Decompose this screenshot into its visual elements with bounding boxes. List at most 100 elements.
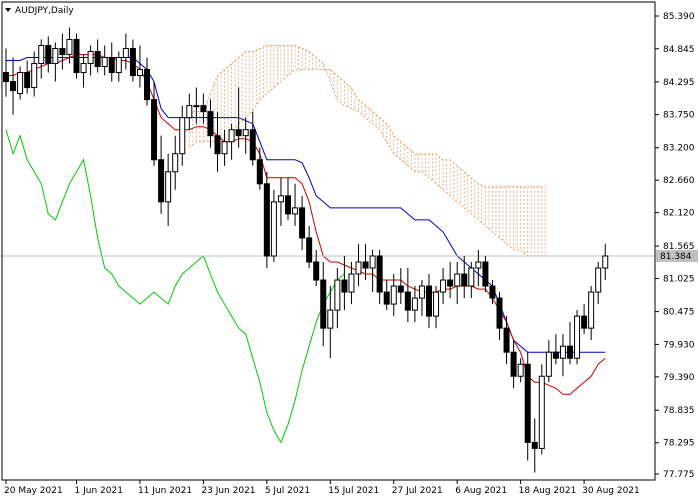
candle-body: [10, 81, 17, 92]
time-tick-label: 15 Jul 2021: [328, 486, 379, 496]
candle: [228, 123, 235, 160]
candle-body: [447, 279, 454, 287]
candle-body: [602, 255, 609, 269]
indicator-lines: [5, 54, 606, 444]
current-price-tag: 81.384: [656, 249, 698, 262]
candle: [115, 51, 122, 82]
candle: [440, 268, 447, 305]
time-tick-label: 6 Aug 2021: [455, 486, 507, 496]
candle: [158, 135, 165, 214]
candle-body: [158, 159, 165, 203]
candle: [447, 261, 454, 299]
candle-body: [320, 279, 327, 329]
candle-body: [263, 183, 270, 257]
time-tick-label: 23 Jun 2021: [201, 486, 255, 496]
candle: [461, 255, 468, 299]
candle: [108, 42, 115, 82]
symbol-header[interactable]: AUDJPY,Daily: [5, 6, 74, 16]
candle: [411, 286, 418, 323]
candle-body: [531, 441, 538, 449]
candle-body: [418, 285, 425, 299]
time-tick-label: 11 Jun 2021: [138, 486, 192, 496]
price-tick-label: 81.025: [663, 275, 695, 285]
candle: [263, 171, 270, 269]
candle: [214, 111, 221, 172]
price-tick-label: 77.775: [663, 470, 695, 480]
candle: [468, 261, 475, 299]
candle-body: [581, 315, 588, 329]
candle: [517, 358, 524, 383]
candle-body: [517, 363, 524, 377]
price-tick-label: 80.475: [663, 308, 695, 318]
candle: [503, 316, 510, 365]
price-tick-label: 84.845: [663, 45, 695, 55]
candle: [122, 33, 129, 70]
candle-body: [122, 47, 129, 58]
candle-body: [496, 297, 503, 329]
candle: [52, 42, 59, 82]
time-tick-label: 30 Aug 2021: [582, 486, 640, 496]
ichimoku-chart[interactable]: 85.390 84.845 84.295 83.750 83.200 82.660 82.1…: [0, 0, 700, 500]
candle-body: [94, 50, 101, 68]
kijun-sen-line: [6, 57, 606, 353]
candle-body: [87, 50, 94, 65]
candle-body: [165, 171, 172, 203]
candle-body: [355, 261, 362, 275]
candle: [404, 268, 411, 323]
candle-body: [66, 38, 73, 55]
chart-frame: [1, 1, 656, 481]
candle-body: [151, 99, 158, 161]
candle-body: [510, 351, 517, 377]
candle-body: [249, 129, 256, 161]
candle: [313, 249, 320, 287]
candle: [320, 261, 327, 347]
candle-body: [411, 297, 418, 311]
candle-body: [454, 273, 461, 287]
candle: [270, 189, 277, 262]
triangle-down-icon[interactable]: [5, 8, 11, 12]
candle: [186, 93, 193, 130]
price-tick-label: 83.200: [663, 144, 695, 154]
candle: [129, 39, 136, 82]
candle-body: [52, 47, 59, 65]
candle-body: [193, 105, 200, 108]
candle: [397, 268, 404, 305]
candle-body: [383, 291, 390, 305]
candle-body: [59, 47, 66, 55]
price-tick-label: 78.295: [663, 439, 695, 449]
candle: [200, 93, 207, 124]
candle: [172, 135, 179, 190]
candle-body: [503, 327, 510, 353]
candle-body: [228, 129, 235, 143]
candle: [256, 147, 263, 190]
candle: [292, 183, 299, 226]
candle-body: [101, 56, 108, 68]
candle: [249, 111, 256, 166]
candle: [362, 243, 369, 281]
time-axis: 20 May 2021 1 Jun 2021 11 Jun 2021 23 Jun 2…: [4, 480, 640, 496]
candle-body: [214, 135, 221, 155]
candle-body: [186, 105, 193, 119]
candle: [242, 117, 249, 154]
candle: [376, 249, 383, 305]
candle: [538, 364, 545, 455]
candle-body: [242, 129, 249, 137]
candle: [496, 292, 503, 341]
candle: [475, 249, 482, 287]
candle: [559, 334, 566, 377]
candle: [433, 286, 440, 329]
candle-body: [129, 47, 136, 77]
candle: [17, 66, 24, 100]
candle-body: [17, 72, 24, 95]
candle: [567, 322, 573, 365]
candle: [165, 153, 172, 226]
candle: [531, 418, 538, 473]
candle-body: [475, 261, 482, 269]
chart-area[interactable]: 85.390 84.845 84.295 83.750 83.200 82.660 82.1…: [0, 0, 700, 500]
candle-body: [221, 141, 228, 155]
candle-body: [559, 345, 566, 359]
candle: [144, 57, 150, 106]
candle: [545, 340, 552, 383]
candle: [101, 45, 108, 76]
price-tick-label: 85.390: [663, 12, 695, 22]
